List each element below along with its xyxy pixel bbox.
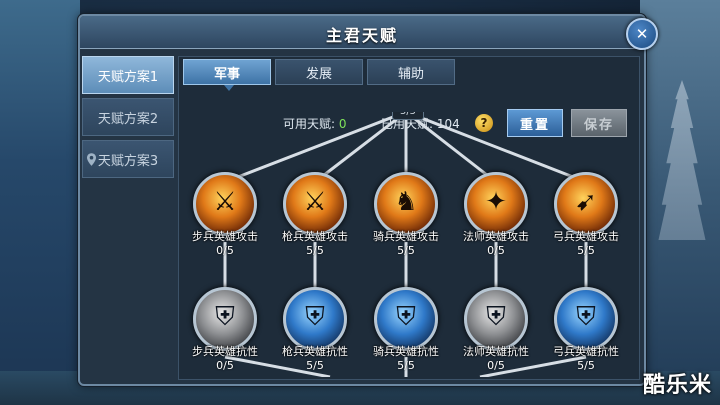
talent-node-spearman-resist[interactable]: ⛨ 枪兵英雄抗性 5/5 (270, 287, 360, 372)
talent-level: 0/5 (487, 359, 505, 372)
talent-name: 骑兵英雄抗性 (373, 345, 439, 358)
location-pin-icon (87, 153, 96, 166)
talent-level: 5/5 (397, 244, 415, 257)
talent-name: 法师英雄攻击 (463, 230, 529, 243)
mage-resist-icon: ⛨ (464, 287, 528, 351)
talent-level: 0/5 (216, 359, 234, 372)
talent-level: 5/5 (306, 244, 324, 257)
archer-attack-icon: ➹ (554, 172, 618, 236)
talent-name: 枪兵英雄抗性 (282, 345, 348, 358)
spearman-resist-icon: ⛨ (283, 287, 347, 351)
talent-level: 0/5 (216, 244, 234, 257)
talent-level: 0/5 (487, 244, 505, 257)
talent-name: 弓兵英雄抗性 (553, 345, 619, 358)
talent-node-archer-resist[interactable]: ⛨ 弓兵英雄抗性 5/5 (541, 287, 631, 372)
plan-tab-2[interactable]: 天赋方案2 (82, 98, 174, 136)
window-title: 主君天赋 (325, 26, 398, 45)
tab-military[interactable]: 军事 (183, 59, 271, 91)
talent-node-archer-attack[interactable]: ➹ 弓兵英雄攻击 5/5 (541, 172, 631, 257)
category-tabs: 军事 发展 辅助 (183, 59, 455, 91)
talent-name: 枪兵英雄攻击 (282, 230, 348, 243)
cavalry-resist-icon: ⛨ (374, 287, 438, 351)
top-node-level: 5/5 (392, 112, 424, 120)
talent-tree: 5/5 ⚔ 步兵英雄攻击 0/5 ⚔ 枪兵英雄攻击 5/5 ♞ 骑兵英雄攻击 5… (180, 112, 634, 377)
talent-name: 法师英雄抗性 (463, 345, 529, 358)
talent-level: 5/5 (397, 359, 415, 372)
talent-node-spearman-attack[interactable]: ⚔ 枪兵英雄攻击 5/5 (270, 172, 360, 257)
talent-name: 弓兵英雄攻击 (553, 230, 619, 243)
talent-node-infantry-resist[interactable]: ⛨ 步兵英雄抗性 0/5 (180, 287, 270, 372)
infantry-resist-icon: ⛨ (193, 287, 257, 351)
talent-node-mage-attack[interactable]: ✦ 法师英雄攻击 0/5 (451, 172, 541, 257)
plan-tab-1[interactable]: 天赋方案1 (82, 56, 174, 94)
archer-resist-icon: ⛨ (554, 287, 618, 351)
talent-name: 步兵英雄攻击 (192, 230, 258, 243)
tab-label: 军事 (213, 66, 240, 82)
infantry-attack-icon: ⚔ (193, 172, 257, 236)
tab-development[interactable]: 发展 (275, 59, 363, 85)
talent-node-cavalry-attack[interactable]: ♞ 骑兵英雄攻击 5/5 (361, 172, 451, 257)
title-bar: 主君天赋 (80, 16, 644, 49)
watermark-logo: 酷乐米 (642, 373, 712, 398)
mage-attack-icon: ✦ (464, 172, 528, 236)
tab-label: 发展 (305, 66, 332, 82)
cavalry-attack-icon: ♞ (374, 172, 438, 236)
plan-sidebar: 天赋方案1 天赋方案2 天赋方案3 (82, 56, 174, 182)
talent-name: 步兵英雄抗性 (192, 345, 258, 358)
tab-support[interactable]: 辅助 (367, 59, 455, 85)
plan-label: 天赋方案1 (97, 69, 159, 85)
talent-node-infantry-attack[interactable]: ⚔ 步兵英雄攻击 0/5 (180, 172, 270, 257)
plan-label: 天赋方案2 (97, 111, 159, 127)
talent-name: 骑兵英雄攻击 (373, 230, 439, 243)
plan-tab-3[interactable]: 天赋方案3 (82, 140, 174, 178)
tab-label: 辅助 (397, 66, 424, 82)
talent-node-mage-resist[interactable]: ⛨ 法师英雄抗性 0/5 (451, 287, 541, 372)
talent-level: 5/5 (577, 244, 595, 257)
close-icon: ✕ (635, 25, 649, 43)
talent-level: 5/5 (306, 359, 324, 372)
spearman-attack-icon: ⚔ (283, 172, 347, 236)
talent-level: 5/5 (577, 359, 595, 372)
plan-label: 天赋方案3 (97, 153, 159, 169)
background-left-scenery (0, 0, 80, 405)
talent-node-cavalry-resist[interactable]: ⛨ 骑兵英雄抗性 5/5 (361, 287, 451, 372)
close-button[interactable]: ✕ (626, 18, 658, 50)
